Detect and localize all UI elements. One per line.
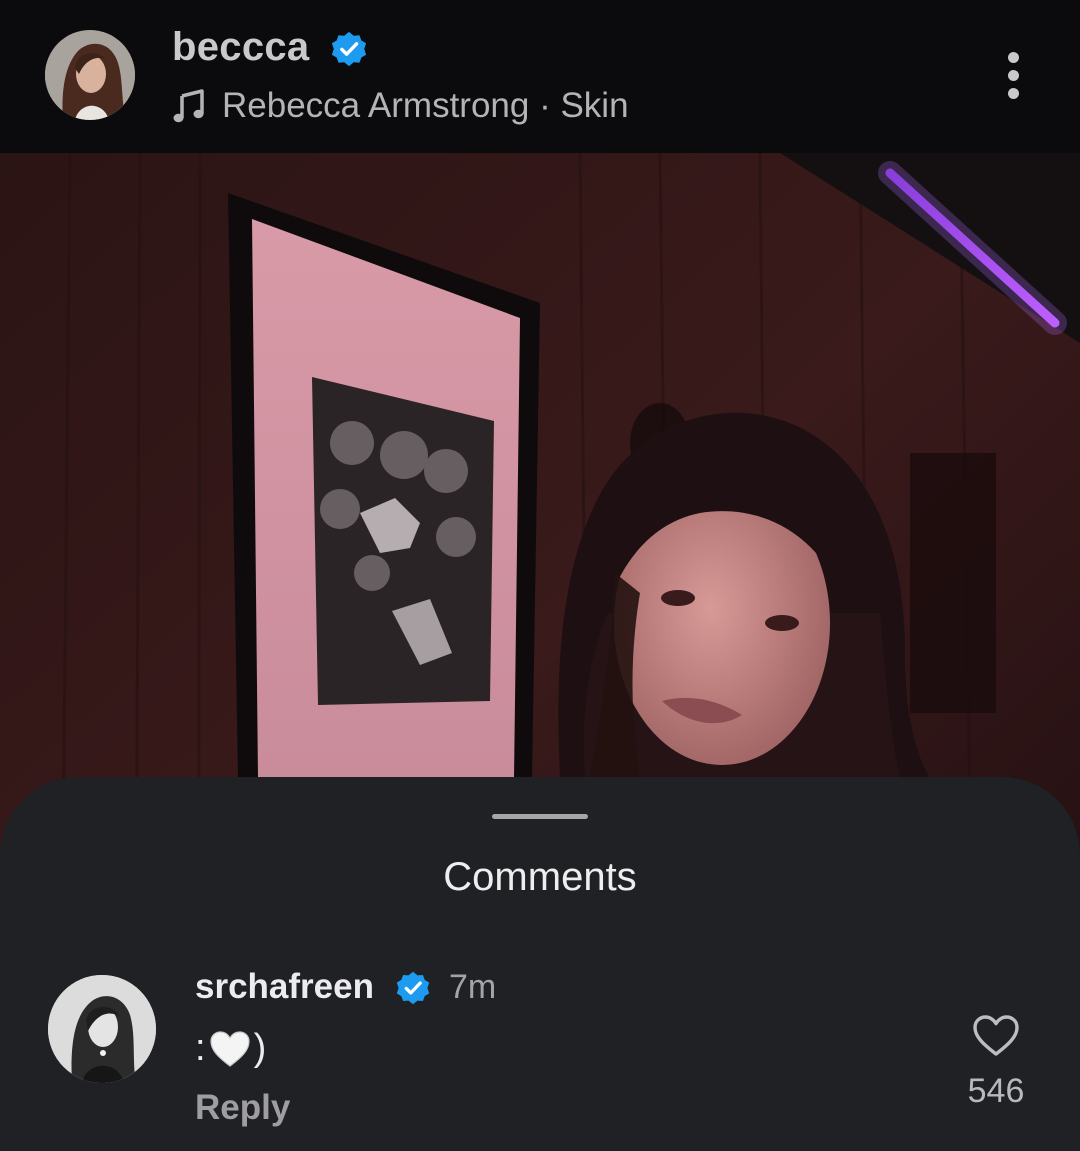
comment-timestamp: 7m <box>449 968 497 1006</box>
white-heart-emoji <box>208 1029 252 1069</box>
music-label: Rebecca Armstrong · Skin <box>222 86 629 125</box>
music-note-icon <box>172 88 206 124</box>
drag-handle[interactable] <box>492 814 588 819</box>
more-vertical-icon <box>1008 52 1019 63</box>
comments-title: Comments <box>443 855 637 899</box>
like-count: 546 <box>967 1072 1025 1110</box>
heart-outline-icon[interactable] <box>972 1014 1020 1058</box>
commenter-username[interactable]: srchafreen <box>195 967 374 1007</box>
commenter-avatar[interactable] <box>48 975 156 1083</box>
author-avatar[interactable] <box>45 30 135 120</box>
comments-sheet: Comments srchafreen 7m :) Reply 546 <box>0 777 1080 1151</box>
music-attribution[interactable]: Rebecca Armstrong · Skin <box>172 84 629 128</box>
verified-badge-icon <box>330 30 368 68</box>
post-header: beccca Rebecca Armstrong · Skin <box>0 0 1080 153</box>
comment-text-suffix: ) <box>253 1027 267 1069</box>
author-username[interactable]: beccca <box>172 25 309 70</box>
comment-text-prefix: : <box>195 1027 206 1069</box>
more-options-button[interactable] <box>995 48 1035 104</box>
comment-text: : ) <box>195 1027 266 1070</box>
verified-badge-icon <box>395 970 431 1006</box>
reply-button[interactable]: Reply <box>195 1088 290 1128</box>
